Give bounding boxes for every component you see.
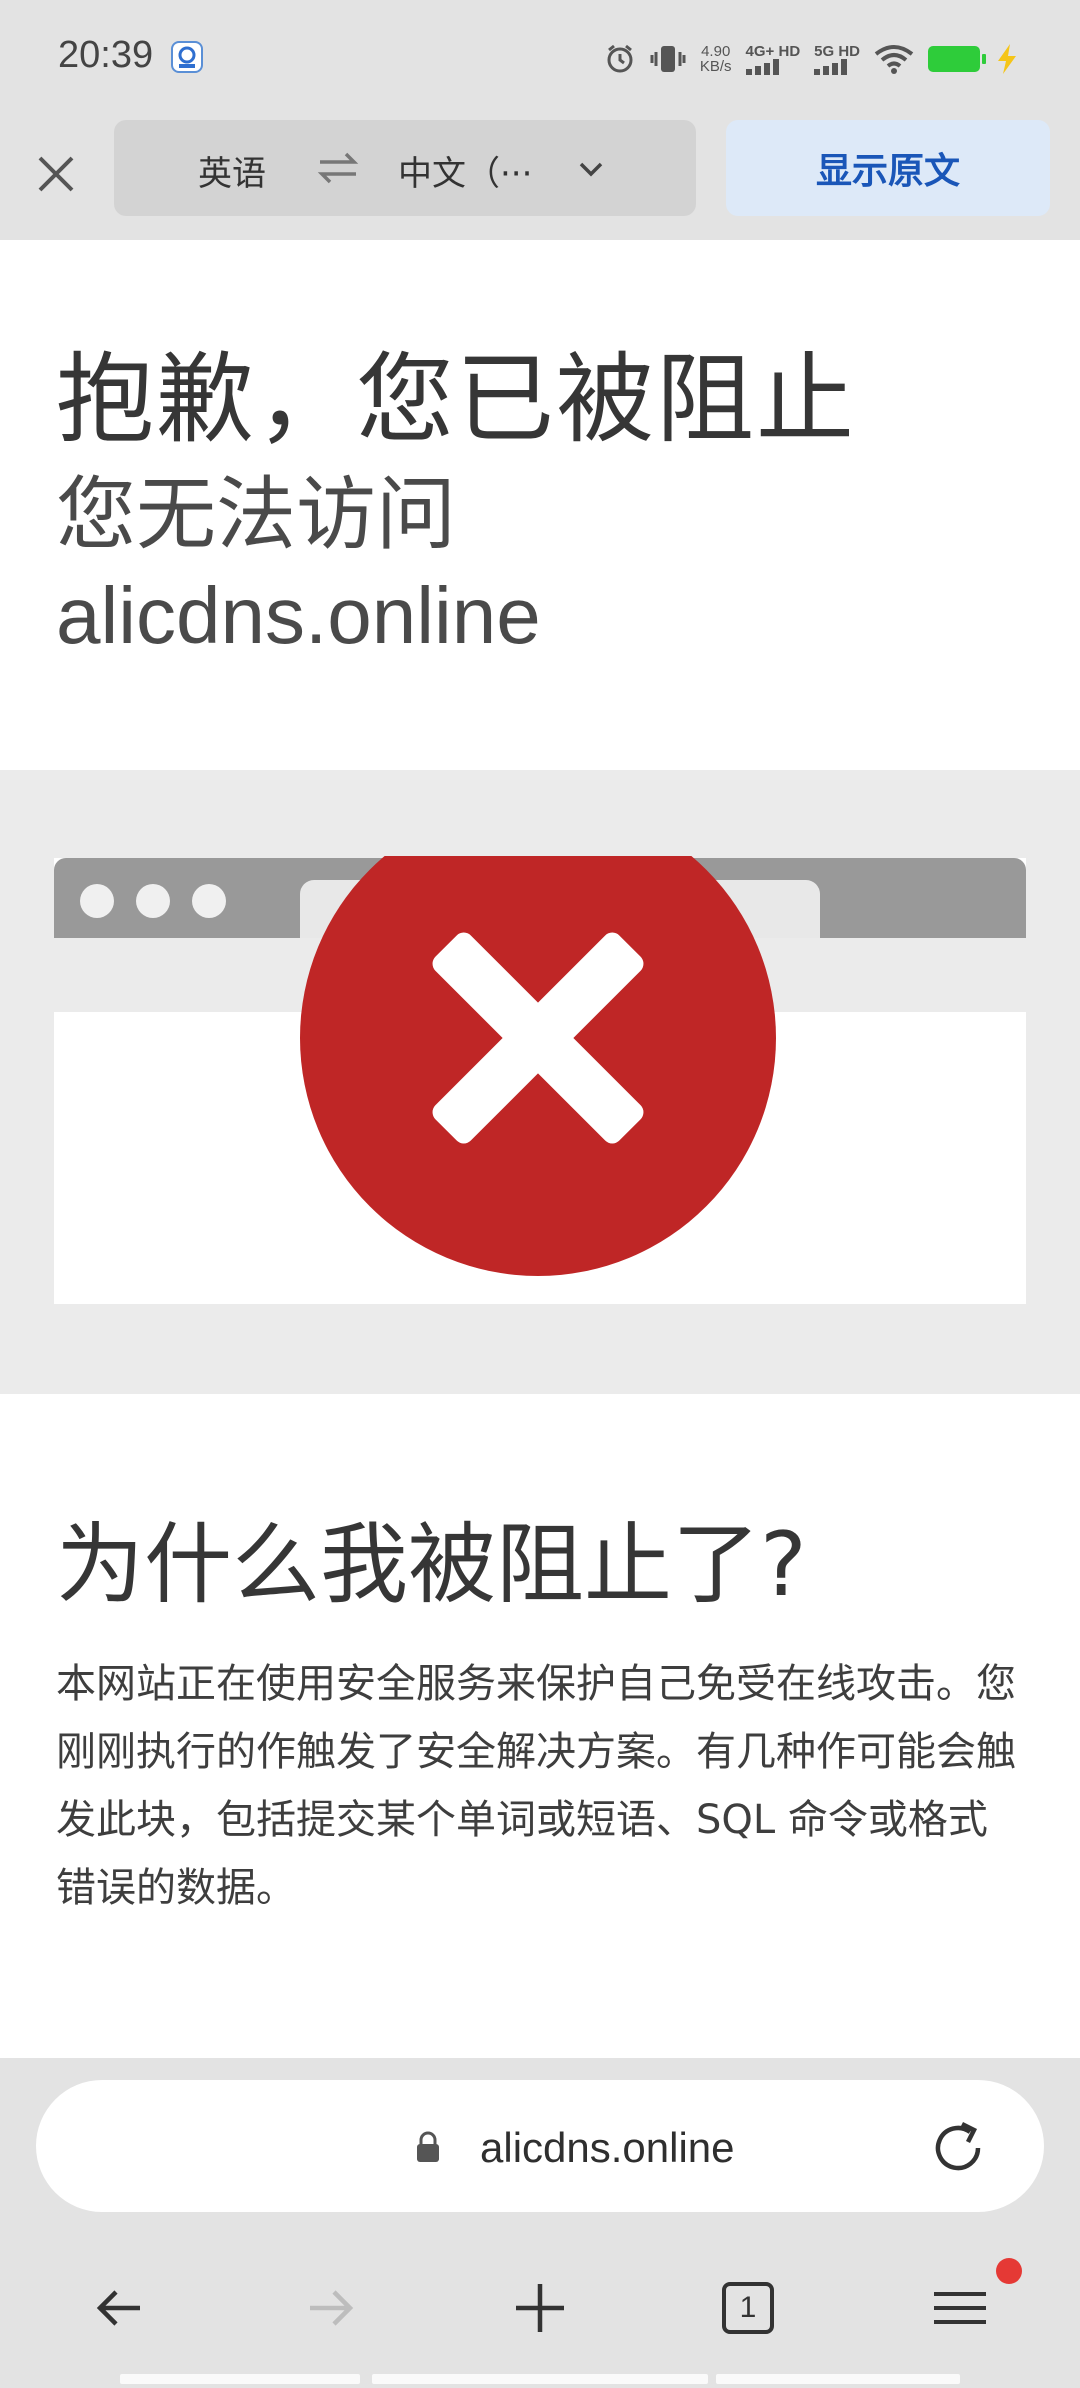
- page-subtitle: 您无法访问: [56, 468, 456, 561]
- alarm-icon: [607, 44, 633, 73]
- blocked-domain: alicdns.online: [56, 571, 541, 660]
- bottom-navigation: 1: [0, 2248, 1080, 2388]
- swap-languages-icon[interactable]: [316, 148, 360, 188]
- charging-icon: [998, 44, 1016, 74]
- blocked-headline-section: 抱歉，您已被阻止 您无法访问 alicdns.online: [0, 240, 1080, 770]
- app-notification-icon: [171, 41, 203, 73]
- gesture-bar: [372, 2374, 708, 2384]
- gesture-bar: [120, 2374, 360, 2384]
- menu-button[interactable]: [920, 2268, 1000, 2348]
- address-bar-area: alicdns.online: [0, 2058, 1080, 2248]
- vibrate-icon: [650, 46, 686, 72]
- network-speed: 4.90 KB/s: [699, 43, 732, 75]
- page-title: 抱歉，您已被阻止: [56, 343, 857, 457]
- signal-bars-icon: [814, 58, 848, 75]
- browser-window-graphic: [54, 856, 1026, 1304]
- forward-button[interactable]: [290, 2268, 370, 2348]
- close-icon: [38, 156, 74, 192]
- sim1-signal: 4G+ HD: [745, 44, 800, 75]
- url-text[interactable]: alicdns.online: [480, 2124, 735, 2172]
- status-time: 20:39: [58, 34, 154, 76]
- language-selector[interactable]: 英语 中文（···: [114, 120, 696, 216]
- signal-bars-icon: [745, 58, 779, 75]
- battery-icon: [928, 46, 986, 72]
- status-icons: 4.90 KB/s 4G+ HD 5G HD: [604, 36, 1020, 82]
- menu-icon: [934, 2292, 986, 2324]
- blocked-x-icon: [300, 856, 776, 1276]
- translate-bar: 英语 中文（··· 显示原文: [0, 118, 1080, 240]
- close-translate-button[interactable]: [26, 144, 86, 204]
- reload-icon[interactable]: [928, 2118, 988, 2178]
- arrow-left-icon: [96, 2290, 140, 2326]
- show-original-button[interactable]: 显示原文: [726, 120, 1050, 216]
- back-button[interactable]: [80, 2268, 160, 2348]
- window-dot: [192, 884, 226, 918]
- arrow-right-icon: [310, 2290, 354, 2326]
- why-blocked-title: 为什么我被阻止了?: [56, 1513, 807, 1616]
- new-tab-button[interactable]: [500, 2268, 580, 2348]
- source-language[interactable]: 英语: [198, 146, 266, 195]
- blocked-illustration: [0, 770, 1080, 1394]
- why-blocked-section: 为什么我被阻止了? 本网站正在使用安全服务来保护自己免受在线攻击。您刚刚执行的作…: [0, 1394, 1080, 2058]
- gesture-bar: [716, 2374, 960, 2384]
- why-blocked-description: 本网站正在使用安全服务来保护自己免受在线攻击。您刚刚执行的作触发了安全解决方案。…: [56, 1661, 1016, 1911]
- plus-icon: [516, 2284, 564, 2332]
- lock-icon[interactable]: [414, 2130, 442, 2164]
- tabs-button[interactable]: 1: [708, 2268, 788, 2348]
- status-bar: 20:39 4.90 KB/s 4G+ HD 5G HD: [0, 0, 1080, 118]
- chevron-down-icon[interactable]: [576, 154, 606, 184]
- target-language[interactable]: 中文（···: [398, 146, 532, 195]
- window-dot: [80, 884, 114, 918]
- tab-count-badge: 1: [722, 2282, 774, 2334]
- wifi-icon: [874, 45, 914, 74]
- notification-dot: [996, 2258, 1022, 2284]
- address-bar[interactable]: alicdns.online: [36, 2080, 1044, 2212]
- window-dot: [136, 884, 170, 918]
- sim2-signal: 5G HD: [814, 44, 860, 75]
